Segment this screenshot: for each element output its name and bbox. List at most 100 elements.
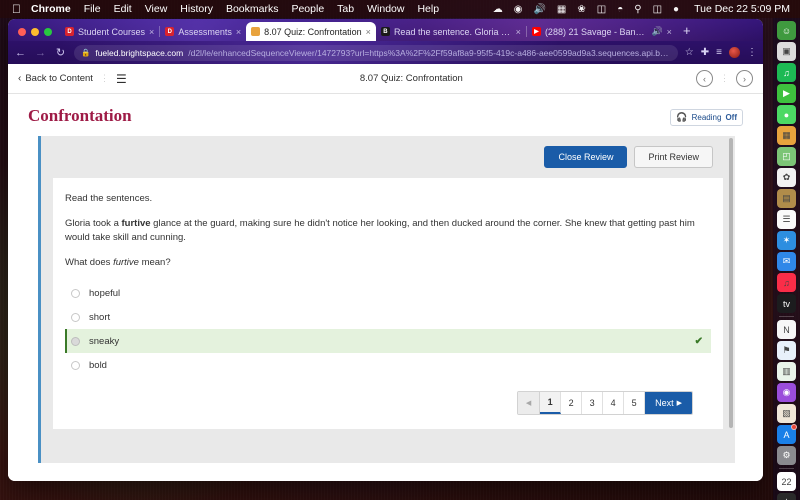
reminders-icon[interactable]: ☰ [777, 210, 796, 229]
tab-audio-icon[interactable]: 🔊 [651, 26, 662, 37]
menu-item-help[interactable]: Help [417, 3, 439, 15]
maximize-window-button[interactable] [44, 28, 52, 36]
close-tab-icon[interactable]: × [516, 27, 521, 37]
quiz-scrollbar[interactable] [729, 138, 733, 461]
previous-page-button[interactable]: ‹ [696, 70, 713, 87]
bluetooth-icon[interactable]: ❀ [577, 4, 585, 15]
close-window-button[interactable] [18, 28, 26, 36]
numbers-icon[interactable]: ▥ [777, 362, 796, 381]
bookmark-star-icon[interactable]: ☆ [685, 47, 694, 58]
podcasts-icon[interactable]: ◉ [777, 383, 796, 402]
keynote-icon[interactable]: ▧ [777, 404, 796, 423]
close-tab-icon[interactable]: × [149, 27, 154, 37]
pagination-page-3[interactable]: 3 [582, 392, 604, 415]
answer-option-short[interactable]: short [65, 305, 711, 329]
wifi-icon[interactable]: ◓ [617, 4, 623, 15]
maps-icon[interactable]: ◰ [777, 147, 796, 166]
menu-item-file[interactable]: File [84, 3, 101, 15]
new-tab-button[interactable]: + [677, 23, 697, 41]
safari-icon[interactable]: ✶ [777, 231, 796, 250]
menu-item-tab[interactable]: Tab [337, 3, 354, 15]
chrome-menu-icon[interactable]: ⋮ [747, 47, 757, 58]
radio-button-icon[interactable] [71, 288, 80, 298]
back-to-content-button[interactable]: ‹ Back to Content [18, 73, 93, 84]
review-button-group: Close Review Print Review [41, 136, 735, 168]
appletv-icon[interactable]: tv [777, 294, 796, 313]
radio-button-selected-icon[interactable] [71, 336, 80, 346]
minimize-window-button[interactable] [31, 28, 39, 36]
close-review-button[interactable]: Close Review [544, 146, 628, 168]
dropbox-icon[interactable]: ☁ [493, 4, 503, 15]
news-icon[interactable]: N [777, 320, 796, 339]
pagination-page-4[interactable]: 4 [603, 392, 625, 415]
browser-tab-read-the-sentence[interactable]: B Read the sentence. Gloria took × [376, 22, 526, 41]
browser-tab-quiz-confrontation[interactable]: 8.07 Quiz: Confrontation × [246, 22, 376, 41]
reading-toggle-button[interactable]: 🎧 Reading Off [670, 109, 743, 126]
presentation-icon[interactable]: ⚑ [777, 341, 796, 360]
browser-tab-youtube-21-savage[interactable]: ▶ (288) 21 Savage - Bank Ac 🔊 × [527, 22, 677, 41]
screen-mirroring-icon[interactable]: ▦ [557, 4, 566, 15]
record-icon[interactable]: ◉ [514, 4, 523, 15]
radio-button-icon[interactable] [71, 360, 80, 370]
menu-item-view[interactable]: View [145, 3, 168, 15]
roblox-icon[interactable]: ▣ [777, 42, 796, 61]
messages-icon[interactable]: ● [777, 105, 796, 124]
menu-item-window[interactable]: Window [367, 3, 404, 15]
menu-item-edit[interactable]: Edit [114, 3, 132, 15]
imovie-icon[interactable]: ★ [777, 493, 796, 500]
question-pagination: ◀ 1 2 3 4 5 Next ▶ [65, 377, 711, 416]
pagination-page-1[interactable]: 1 [540, 392, 562, 415]
answer-option-sneaky[interactable]: sneaky ✔ [65, 329, 711, 354]
back-icon[interactable]: ← [14, 47, 27, 59]
slides-icon[interactable]: ▦ [777, 126, 796, 145]
menu-item-people[interactable]: People [291, 3, 324, 15]
notes-app-icon[interactable]: ▤ [777, 189, 796, 208]
reading-list-icon[interactable]: ≡ [716, 47, 722, 58]
close-tab-icon[interactable]: × [366, 27, 371, 37]
answer-option-hopeful[interactable]: hopeful [65, 281, 711, 305]
forward-icon[interactable]: → [34, 47, 47, 59]
print-review-button[interactable]: Print Review [634, 146, 713, 168]
pagination-next-button[interactable]: Next ▶ [645, 392, 692, 415]
control-center-icon[interactable]: ◫ [653, 4, 662, 15]
mail-icon[interactable]: ✉ [777, 252, 796, 271]
user-account-icon[interactable]: ● [673, 4, 679, 15]
settings-icon[interactable]: ⚙ [777, 446, 796, 465]
scrollbar-thumb[interactable] [729, 138, 733, 428]
reload-icon[interactable]: ↻ [54, 46, 67, 59]
facetime-icon[interactable]: ▶ [777, 84, 796, 103]
macos-dock: ☺▣♫▶●▦◰✿▤☰✶✉♫tvN⚑▥◉▧A⚙22★□▤▽ [773, 18, 800, 500]
pagination-page-5[interactable]: 5 [624, 392, 646, 415]
menu-bar-clock[interactable]: Tue Dec 22 5:09 PM [694, 3, 790, 15]
question-post: mean? [138, 257, 171, 269]
finder-icon[interactable]: ☺ [777, 21, 796, 40]
question-pre: What does [65, 257, 114, 269]
hamburger-menu-icon[interactable]: ☰ [116, 72, 127, 86]
browser-tab-assessments[interactable]: D Assessments × [160, 22, 246, 41]
close-tab-icon[interactable]: × [236, 27, 241, 37]
pagination-previous-button[interactable]: ◀ [518, 392, 541, 415]
pagination-page-2[interactable]: 2 [561, 392, 583, 415]
music-icon[interactable]: ♫ [777, 273, 796, 292]
apple-icon[interactable]:  [12, 3, 21, 15]
answer-option-bold[interactable]: bold [65, 353, 711, 377]
app-store-icon[interactable]: A [777, 424, 797, 444]
correct-answer-check-icon: ✔ [694, 335, 703, 347]
browser-tab-student-courses[interactable]: D Student Courses × [60, 22, 159, 41]
spotify-icon[interactable]: ♫ [777, 63, 796, 82]
calendar-icon[interactable]: 22 [777, 472, 796, 491]
menu-item-chrome[interactable]: Chrome [31, 3, 71, 15]
next-page-button[interactable]: › [736, 70, 753, 87]
close-tab-icon[interactable]: × [667, 27, 672, 37]
photos-icon[interactable]: ✿ [777, 168, 796, 187]
address-bar[interactable]: 🔒 fueled.brightspace.com /d2l/le/enhance… [74, 44, 678, 61]
radio-button-icon[interactable] [71, 312, 80, 322]
extensions-icon[interactable]: ✚ [701, 47, 709, 58]
menu-item-bookmarks[interactable]: Bookmarks [226, 3, 279, 15]
profile-avatar-icon[interactable] [729, 47, 740, 58]
volume-icon[interactable]: 🔊 [533, 4, 545, 15]
window-controls[interactable] [14, 28, 60, 41]
battery-icon[interactable]: ◫ [597, 4, 606, 15]
search-icon[interactable]: ⚲ [634, 4, 641, 15]
menu-item-history[interactable]: History [180, 3, 213, 15]
